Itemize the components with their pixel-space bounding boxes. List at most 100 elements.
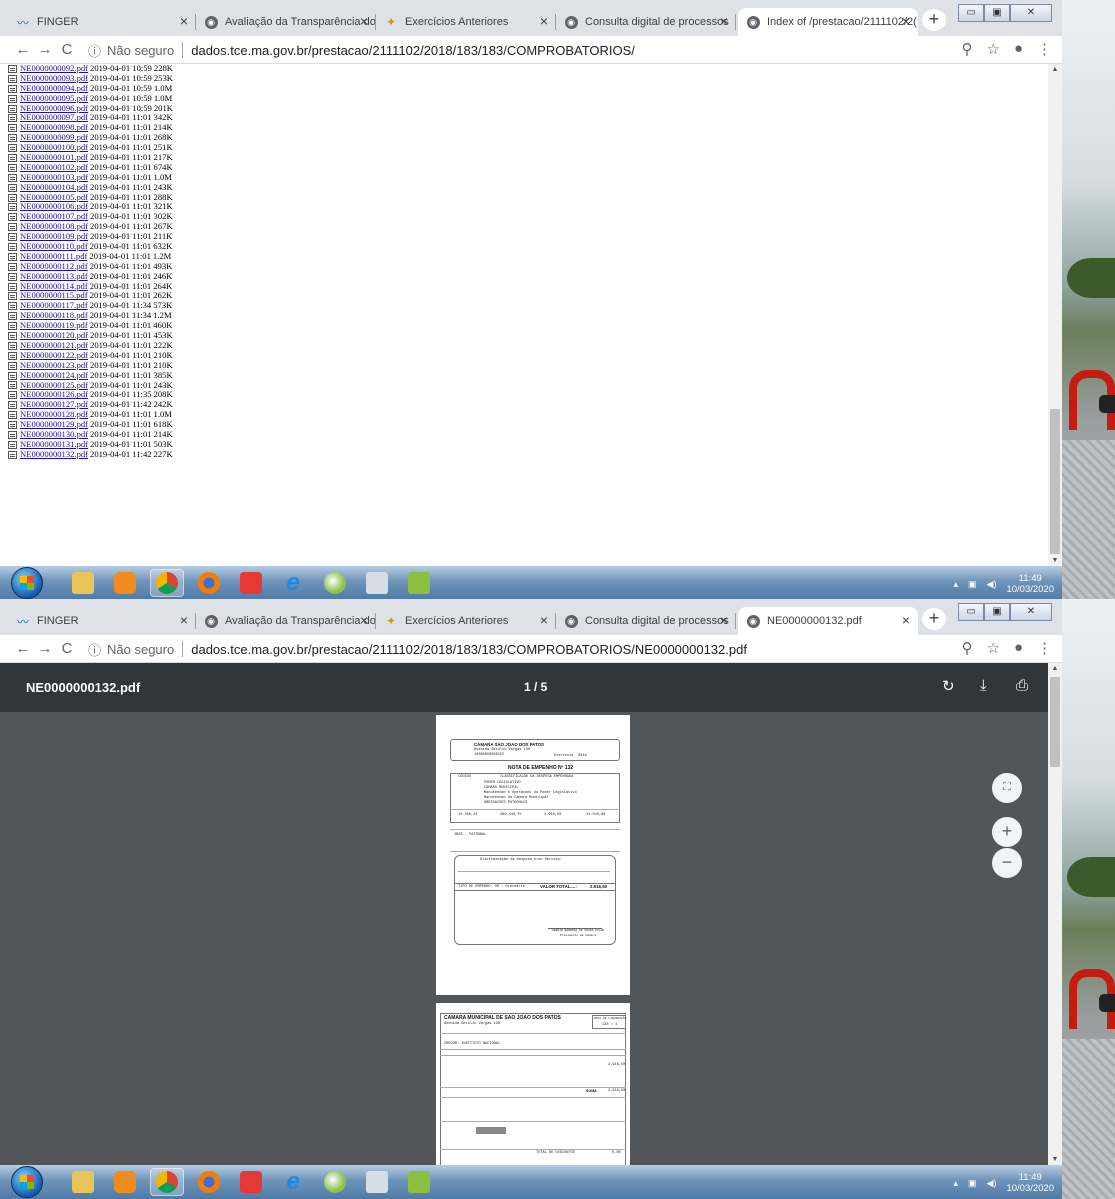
security-indicator[interactable]: ⓘ Não seguro — [88, 640, 174, 659]
firefox-icon[interactable] — [192, 569, 226, 597]
profile-icon[interactable]: ● — [1014, 639, 1023, 657]
profile-icon[interactable]: ● — [1014, 40, 1023, 58]
windows-start-button[interactable] — [11, 567, 43, 599]
close-window-button[interactable]: ✕ — [1010, 4, 1052, 22]
finger-app-icon[interactable] — [402, 569, 436, 597]
close-icon[interactable]: × — [540, 14, 548, 28]
scroll-down-arrow-icon[interactable]: ▼ — [1048, 557, 1062, 564]
file-link[interactable]: NE0000000132.pdf — [20, 449, 88, 460]
tab-index-of[interactable]: ◉ Index of /prestacao/2111102/2( × — [738, 8, 918, 36]
tab-title: Consulta digital de processos — [585, 16, 729, 28]
close-icon[interactable]: × — [360, 613, 368, 627]
minimize-button[interactable]: ▭ — [958, 4, 984, 22]
new-tab-button[interactable]: + — [922, 608, 946, 630]
rotate-icon[interactable]: ↻ — [942, 677, 955, 695]
zoom-icon[interactable]: ⚲ — [961, 40, 972, 58]
scrollbar-thumb[interactable] — [1050, 677, 1060, 767]
file-icon — [8, 450, 17, 459]
close-icon[interactable]: × — [180, 613, 188, 627]
chrome-icon[interactable] — [150, 569, 184, 597]
close-icon[interactable]: × — [902, 14, 910, 28]
snipping-tool-icon[interactable] — [234, 569, 268, 597]
vertical-scrollbar[interactable]: ▲ ▼ — [1048, 663, 1062, 1165]
clock[interactable]: 11:49 10/03/2020 — [1006, 1172, 1054, 1194]
zoom-out-button[interactable]: − — [992, 848, 1022, 878]
file-icon — [8, 411, 17, 420]
address-bar[interactable]: ⓘ Não seguro dados.tce.ma.gov.br/prestaca… — [88, 39, 943, 61]
zoom-in-button[interactable]: + — [992, 817, 1022, 847]
media-player-icon[interactable] — [108, 1168, 142, 1196]
snipping-tool-icon[interactable] — [234, 1168, 268, 1196]
media-player-icon[interactable] — [108, 569, 142, 597]
close-icon[interactable]: × — [180, 14, 188, 28]
tab-finger[interactable]: 〰 FINGER × — [8, 8, 196, 36]
tab-exercicios[interactable]: ✦ Exercícios Anteriores × — [376, 8, 556, 36]
calculator-icon[interactable] — [360, 569, 394, 597]
address-bar[interactable]: ⓘ Não seguro dados.tce.ma.gov.br/prestaca… — [88, 638, 943, 660]
windows-start-button[interactable] — [11, 1166, 43, 1198]
tab-strip: 〰 FINGER × ◉ Avaliação da Transparência … — [0, 0, 1062, 36]
explorer-icon[interactable] — [66, 1168, 100, 1196]
tab-finger[interactable]: 〰 FINGER × — [8, 607, 196, 635]
close-icon[interactable]: × — [360, 14, 368, 28]
close-icon[interactable]: × — [720, 14, 728, 28]
firefox-icon[interactable] — [192, 1168, 226, 1196]
chevron-up-icon[interactable]: ▴ — [953, 1178, 958, 1189]
menu-icon[interactable]: ⋮ — [1037, 639, 1052, 657]
close-icon[interactable]: × — [902, 613, 910, 627]
menu-icon[interactable]: ⋮ — [1037, 40, 1052, 58]
star-icon[interactable]: ☆ — [986, 639, 999, 657]
close-icon[interactable]: × — [720, 613, 728, 627]
finger-app-icon[interactable] — [402, 1168, 436, 1196]
maximize-button[interactable]: ▣ — [984, 4, 1010, 22]
reload-icon[interactable]: C — [56, 41, 78, 58]
tab-consulta[interactable]: ◉ Consulta digital de processos × — [556, 8, 736, 36]
security-indicator[interactable]: ⓘ Não seguro — [88, 41, 174, 60]
forward-arrow-icon[interactable]: → — [34, 640, 56, 657]
star-icon[interactable]: ☆ — [986, 40, 999, 58]
chevron-up-icon[interactable]: ▴ — [953, 579, 958, 590]
new-tab-button[interactable]: + — [922, 9, 946, 31]
paint-icon[interactable] — [318, 569, 352, 597]
tab-pdf[interactable]: ◉ NE0000000132.pdf × — [738, 607, 918, 635]
fit-to-page-button[interactable]: ⛶ — [992, 773, 1022, 803]
security-label: Não seguro — [107, 641, 175, 657]
maximize-button[interactable]: ▣ — [984, 603, 1010, 621]
forward-arrow-icon[interactable]: → — [34, 41, 56, 58]
tab-title: Exercícios Anteriores — [405, 16, 509, 28]
tab-consulta[interactable]: ◉ Consulta digital de processos × — [556, 607, 736, 635]
clock[interactable]: 11:49 10/03/2020 — [1006, 573, 1054, 595]
zoom-icon[interactable]: ⚲ — [961, 639, 972, 657]
volume-icon[interactable]: ◀) — [987, 1178, 997, 1189]
tab-avaliacao[interactable]: ◉ Avaliação da Transparência dos × — [196, 607, 376, 635]
tab-avaliacao[interactable]: ◉ Avaliação da Transparência dos × — [196, 8, 376, 36]
close-icon[interactable]: × — [540, 613, 548, 627]
globe-icon: ◉ — [746, 614, 760, 628]
internet-explorer-icon[interactable]: e — [276, 569, 310, 597]
paint-icon[interactable] — [318, 1168, 352, 1196]
tab-exercicios[interactable]: ✦ Exercícios Anteriores × — [376, 607, 556, 635]
download-icon[interactable]: ⤓ — [980, 677, 987, 694]
network-icon[interactable]: ▣ — [968, 579, 977, 590]
calculator-icon[interactable] — [360, 1168, 394, 1196]
scroll-up-arrow-icon[interactable]: ▲ — [1048, 665, 1062, 672]
close-window-button[interactable]: ✕ — [1010, 603, 1052, 621]
chrome-icon[interactable] — [150, 1168, 184, 1196]
internet-explorer-icon[interactable]: e — [276, 1168, 310, 1196]
explorer-icon[interactable] — [66, 569, 100, 597]
screenshot-pdf-viewer: 〰 FINGER × ◉ Avaliação da Transparência … — [0, 599, 1115, 1199]
scrollbar-thumb[interactable] — [1050, 409, 1060, 554]
reload-icon[interactable]: C — [56, 640, 78, 657]
scroll-down-arrow-icon[interactable]: ▼ — [1048, 1156, 1062, 1163]
back-arrow-icon[interactable]: ← — [12, 41, 34, 58]
scroll-up-arrow-icon[interactable]: ▲ — [1048, 66, 1062, 73]
print-icon[interactable]: ⎙ — [1016, 677, 1028, 694]
vertical-scrollbar[interactable]: ▲ ▼ — [1048, 64, 1062, 566]
volume-icon[interactable]: ◀) — [987, 579, 997, 590]
network-icon[interactable]: ▣ — [968, 1178, 977, 1189]
clock-date: 10/03/2020 — [1006, 1183, 1054, 1194]
pdf-viewport[interactable]: CAMARA SAO JOAO DOS PATOS Avenida Getuli… — [0, 712, 1048, 1165]
minimize-button[interactable]: ▭ — [958, 603, 984, 621]
back-arrow-icon[interactable]: ← — [12, 640, 34, 657]
file-icon — [8, 282, 17, 291]
